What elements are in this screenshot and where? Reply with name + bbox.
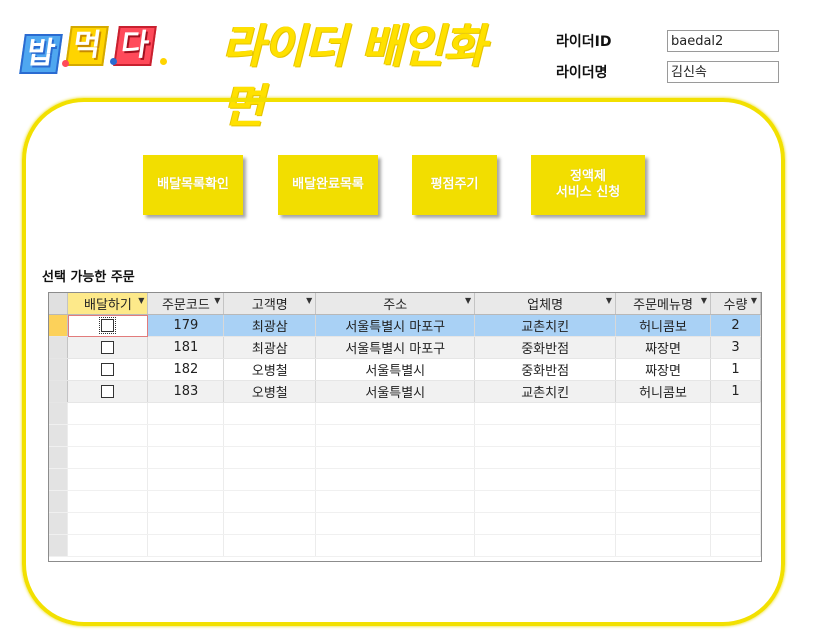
deliver-checkbox[interactable]	[101, 385, 115, 398]
rating-button[interactable]: 평점주기	[412, 155, 497, 215]
order-code-cell[interactable]: 183	[147, 380, 225, 403]
column-header-label: 주소	[383, 298, 408, 313]
store-cell[interactable]: 교촌치킨	[474, 314, 617, 337]
qty-cell[interactable]: 2	[710, 314, 761, 337]
logo-dot	[110, 58, 117, 65]
address-cell[interactable]: 서울특별시 마포구	[315, 336, 476, 359]
orders-grid[interactable]: 배달하기 ▼ 주문코드 ▼ 고객명 ▼ 주소 ▼ 업체명 ▼ 주문메뉴명 ▼ 수량 ▼ 179…	[48, 292, 762, 562]
subscription-button[interactable]: 정액제 서비스 신청	[531, 155, 645, 215]
column-header-label: 배달하기	[84, 298, 132, 313]
deliver-cell[interactable]	[67, 314, 149, 337]
column-header-store[interactable]: 업체명 ▼	[474, 293, 617, 315]
column-header-label: 수량	[723, 298, 748, 313]
customer-cell[interactable]: 오병철	[223, 358, 317, 381]
page-title: 라이더 배인화면	[222, 19, 486, 133]
app-logo: 밥 먹 다	[19, 20, 172, 82]
address-cell[interactable]: 서울특별시	[315, 380, 476, 403]
store-cell[interactable]: 중화반점	[474, 336, 617, 359]
completed-list-button[interactable]: 배달완료목록	[278, 155, 378, 215]
logo-char-1: 밥	[19, 34, 63, 74]
table-row[interactable]: 179 최광삼 서울특별시 마포구 교촌치킨 허니콤보 2	[49, 314, 761, 337]
rider-id-field[interactable]: baedal2	[667, 30, 779, 52]
store-cell[interactable]: 중화반점	[474, 358, 617, 381]
table-row[interactable]: 182 오병철 서울특별시 중화반점 짜장면 1	[49, 358, 761, 381]
menu-cell[interactable]: 허니콤보	[615, 380, 711, 403]
dropdown-arrow-icon[interactable]: ▼	[701, 296, 707, 305]
table-row[interactable]: 183 오병철 서울특별시 교촌치킨 허니콤보 1	[49, 380, 761, 403]
column-header-label: 주문코드	[161, 298, 210, 313]
qty-cell[interactable]: 1	[710, 358, 761, 381]
dropdown-arrow-icon[interactable]: ▼	[751, 296, 757, 305]
row-selector[interactable]	[49, 358, 69, 381]
select-all-corner[interactable]	[49, 293, 69, 315]
deliver-checkbox[interactable]	[99, 317, 117, 334]
deliver-cell[interactable]	[67, 380, 149, 403]
orders-table: 배달하기 ▼ 주문코드 ▼ 고객명 ▼ 주소 ▼ 업체명 ▼ 주문메뉴명 ▼ 수량 ▼ 179…	[49, 293, 761, 557]
column-header-qty[interactable]: 수량 ▼	[710, 293, 761, 315]
column-header-label: 고객명	[251, 298, 288, 313]
menu-cell[interactable]: 짜장면	[615, 358, 711, 381]
address-cell[interactable]: 서울특별시 마포구	[315, 314, 476, 337]
row-selector[interactable]	[49, 314, 69, 337]
dropdown-arrow-icon[interactable]: ▼	[214, 296, 220, 305]
dropdown-arrow-icon[interactable]: ▼	[606, 296, 612, 305]
row-selector[interactable]	[49, 336, 69, 359]
empty-row	[49, 512, 761, 535]
empty-row	[49, 490, 761, 513]
empty-row	[49, 402, 761, 425]
row-selector[interactable]	[49, 380, 69, 403]
delivery-list-button[interactable]: 배달목록확인	[143, 155, 243, 215]
qty-cell[interactable]: 1	[710, 380, 761, 403]
rider-name-field[interactable]: 김신속	[667, 61, 779, 83]
deliver-cell[interactable]	[67, 336, 149, 359]
column-header-order-code[interactable]: 주문코드 ▼	[147, 293, 225, 315]
menu-cell[interactable]: 짜장면	[615, 336, 711, 359]
table-row[interactable]: 181 최광삼 서울특별시 마포구 중화반점 짜장면 3	[49, 336, 761, 359]
address-cell[interactable]: 서울특별시	[315, 358, 476, 381]
rider-id-label: 라이더ID	[556, 34, 612, 50]
column-header-deliver[interactable]: 배달하기 ▼	[67, 293, 149, 315]
logo-char-3: 다	[113, 26, 157, 66]
dropdown-arrow-icon[interactable]: ▼	[465, 296, 471, 305]
dropdown-arrow-icon[interactable]: ▼	[306, 296, 312, 305]
deliver-cell[interactable]	[67, 358, 149, 381]
empty-row	[49, 446, 761, 469]
customer-cell[interactable]: 오병철	[223, 380, 317, 403]
empty-row	[49, 534, 761, 557]
logo-dot	[160, 58, 167, 65]
dropdown-arrow-icon[interactable]: ▼	[138, 296, 144, 305]
order-code-cell[interactable]: 181	[147, 336, 225, 359]
customer-cell[interactable]: 최광삼	[223, 336, 317, 359]
empty-row	[49, 468, 761, 491]
empty-row	[49, 424, 761, 447]
customer-cell[interactable]: 최광삼	[223, 314, 317, 337]
column-header-customer[interactable]: 고객명 ▼	[223, 293, 317, 315]
column-header-address[interactable]: 주소 ▼	[315, 293, 476, 315]
order-code-cell[interactable]: 182	[147, 358, 225, 381]
deliver-checkbox[interactable]	[101, 341, 115, 354]
deliver-checkbox[interactable]	[101, 363, 115, 376]
rider-name-label: 라이더명	[556, 65, 608, 81]
orders-section-title: 선택 가능한 주문	[42, 270, 135, 285]
logo-char-2: 먹	[65, 26, 109, 66]
column-header-menu[interactable]: 주문메뉴명 ▼	[615, 293, 711, 315]
menu-cell[interactable]: 허니콤보	[615, 314, 711, 337]
column-header-label: 업체명	[527, 298, 564, 313]
column-header-label: 주문메뉴명	[633, 298, 693, 313]
qty-cell[interactable]: 3	[710, 336, 761, 359]
store-cell[interactable]: 교촌치킨	[474, 380, 617, 403]
logo-dot	[62, 60, 69, 67]
order-code-cell[interactable]: 179	[147, 314, 225, 337]
